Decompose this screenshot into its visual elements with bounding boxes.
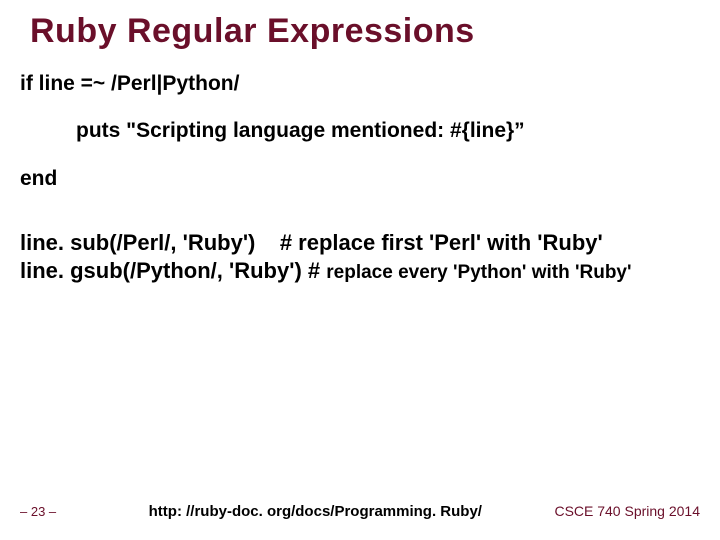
code-line-puts: puts "Scripting language mentioned: #{li…	[20, 116, 700, 145]
gsub-call: line. gsub(/Python/, 'Ruby') #	[20, 258, 326, 283]
code-line-if: if line =~ /Perl|Python/	[20, 69, 700, 98]
slide: Ruby Regular Expressions if line =~ /Per…	[0, 0, 720, 540]
course-label: CSCE 740 Spring 2014	[554, 503, 700, 519]
page-title: Ruby Regular Expressions	[30, 12, 700, 51]
sub-line-2: line. gsub(/Python/, 'Ruby') # replace e…	[20, 257, 700, 285]
sub-line-1: line. sub(/Perl/, 'Ruby') # replace firs…	[20, 229, 700, 257]
page-number: – 23 –	[20, 504, 56, 519]
gsub-comment: replace every 'Python' with 'Ruby'	[326, 262, 631, 283]
footer: – 23 – http: //ruby-doc. org/docs/Progra…	[20, 503, 700, 520]
footer-link: http: //ruby-doc. org/docs/Programming. …	[86, 503, 544, 520]
code-line-end: end	[20, 164, 700, 193]
substitution-block: line. sub(/Perl/, 'Ruby') # replace firs…	[20, 229, 700, 284]
